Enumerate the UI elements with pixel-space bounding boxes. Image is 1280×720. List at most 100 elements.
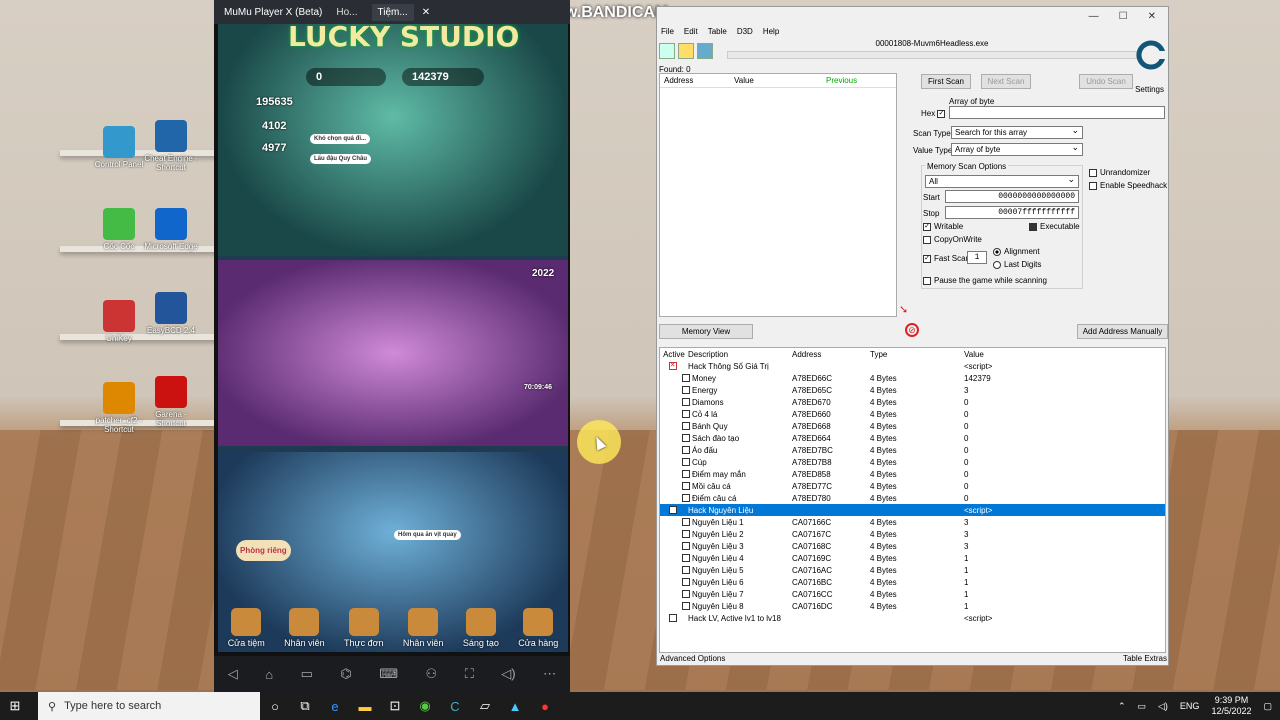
undo-scan-button[interactable]: Undo Scan	[1079, 74, 1133, 89]
table-row[interactable]: Nguyên Liệu 4 CA07169C 4 Bytes 1	[660, 552, 1165, 564]
file-explorer-icon[interactable]: ▬	[350, 692, 380, 720]
menu-item[interactable]: Table	[708, 27, 727, 36]
menu-item[interactable]: D3D	[737, 27, 753, 36]
open-process-icon[interactable]	[659, 43, 675, 59]
table-row[interactable]: Nguyên Liệu 8 CA0716DC 4 Bytes 1	[660, 600, 1165, 612]
executable-option[interactable]: Executable	[1029, 222, 1080, 231]
taskbar-search[interactable]: ⚲ Type here to search	[38, 692, 260, 720]
coccoc-icon[interactable]: ◉	[410, 692, 440, 720]
keyboard-icon[interactable]: ⌨	[379, 666, 398, 682]
next-scan-button[interactable]: Next Scan	[981, 74, 1031, 89]
game-nav-button[interactable]: Sáng tạo	[463, 608, 499, 648]
value-type-select[interactable]: Array of byte	[951, 142, 1083, 156]
mumu-icon[interactable]: ▲	[500, 692, 530, 720]
th-type[interactable]: Type	[870, 350, 964, 359]
memory-view-button[interactable]: Memory View	[659, 324, 753, 339]
back-icon[interactable]: ◁	[228, 666, 238, 682]
col-value[interactable]: Value	[730, 76, 822, 85]
shake-icon[interactable]: ⌬	[340, 666, 351, 682]
pause-checkbox[interactable]	[923, 276, 931, 285]
speedhack-option[interactable]: Enable Speedhack	[1089, 181, 1167, 190]
table-row[interactable]: Diamons A78ED670 4 Bytes 0	[660, 396, 1165, 408]
home-icon[interactable]: ⌂	[265, 667, 273, 682]
screenshot-icon[interactable]: ⛶	[465, 666, 474, 682]
memory-region-select[interactable]: All	[925, 174, 1079, 188]
open-file-icon[interactable]	[678, 43, 694, 59]
table-row[interactable]: Bánh Quy A78ED668 4 Bytes 0	[660, 420, 1165, 432]
diamond-counter[interactable]: 0	[306, 68, 386, 86]
stop-icon[interactable]: ⊘	[905, 323, 919, 337]
private-room-button[interactable]: Phòng riêng	[236, 540, 291, 561]
pause-option[interactable]: Pause the game while scanning	[923, 276, 1047, 285]
scan-results-list[interactable]: Address Value Previous	[659, 73, 897, 317]
unrandomizer-checkbox[interactable]	[1089, 168, 1097, 177]
stop-address-input[interactable]: 00007fffffffffff	[945, 206, 1079, 219]
table-row[interactable]: Điểm may mắn A78ED858 4 Bytes 0	[660, 468, 1165, 480]
year-badge[interactable]: 2022	[532, 268, 554, 279]
save-icon[interactable]	[697, 43, 713, 59]
desktop-icon[interactable]: Cheat Engine - Shortcut	[140, 120, 202, 172]
close-icon[interactable]: ✕	[1148, 11, 1156, 22]
copyonwrite-checkbox[interactable]	[923, 235, 931, 244]
table-row[interactable]: Nguyên Liệu 1 CA07166C 4 Bytes 3	[660, 516, 1165, 528]
scan-type-select[interactable]: Search for this array	[951, 125, 1083, 139]
cheat-table[interactable]: Active Description Address Type Value ✕ H…	[659, 347, 1166, 653]
fastscan-checkbox[interactable]: ✓	[923, 254, 931, 263]
close-tab-icon[interactable]: ✕	[422, 7, 430, 18]
writable-checkbox[interactable]: ✓	[923, 222, 931, 231]
volume-icon[interactable]: ◁)	[501, 666, 515, 682]
cash-counter[interactable]: 142379	[402, 68, 484, 86]
desktop-icon[interactable]: Garena - Shortcut	[140, 376, 202, 428]
notification-icon[interactable]: ▢	[1263, 701, 1272, 712]
copyonwrite-option[interactable]: CopyOnWrite	[923, 235, 982, 244]
th-address[interactable]: Address	[792, 350, 870, 359]
language-indicator[interactable]: ENG	[1180, 701, 1200, 711]
app-icon[interactable]: ▱	[470, 692, 500, 720]
table-row[interactable]: Mồi câu cá A78ED77C 4 Bytes 0	[660, 480, 1165, 492]
fastscan-option[interactable]: ✓ Fast Scan	[923, 254, 970, 263]
game-nav-button[interactable]: Thực đơn	[344, 608, 384, 648]
table-row[interactable]: Nguyên Liệu 5 CA0716AC 4 Bytes 1	[660, 564, 1165, 576]
gamepad-icon[interactable]: ⚇	[426, 666, 438, 682]
edge-icon[interactable]: e	[320, 692, 350, 720]
th-active[interactable]: Active	[660, 350, 688, 359]
windows-start-icon[interactable]: ⊞	[0, 692, 30, 720]
th-description[interactable]: Description	[688, 350, 792, 359]
menu-item[interactable]: Help	[763, 27, 779, 36]
table-row[interactable]: Nguyên Liệu 3 CA07168C 4 Bytes 3	[660, 540, 1165, 552]
hex-checkbox[interactable]: ✓	[937, 109, 946, 118]
game-nav-button[interactable]: Nhân viên	[403, 608, 443, 648]
bandicam-icon[interactable]: ●	[530, 692, 560, 720]
volume-icon[interactable]: ◁)	[1158, 701, 1168, 712]
tab-home[interactable]: Ho...	[330, 4, 363, 21]
alignment-option[interactable]: Alignment	[993, 247, 1040, 256]
table-row[interactable]: Cúp A78ED7B8 4 Bytes 0	[660, 456, 1165, 468]
menu-item[interactable]: File	[661, 27, 674, 36]
active-checkbox[interactable]	[668, 506, 677, 515]
cheat-engine-icon[interactable]: C	[440, 692, 470, 720]
desktop-icon[interactable]: EasyBCD 2.4	[140, 292, 202, 335]
th-value[interactable]: Value	[964, 350, 1114, 359]
maximize-icon[interactable]: ☐	[1119, 11, 1128, 22]
table-row[interactable]: Nguyên Liệu 6 CA0716BC 4 Bytes 1	[660, 576, 1165, 588]
table-row[interactable]: Cỏ 4 lá A78ED660 4 Bytes 0	[660, 408, 1165, 420]
minimize-icon[interactable]: —	[1089, 11, 1099, 22]
camera-icon[interactable]: ▭	[301, 666, 313, 682]
speedhack-checkbox[interactable]	[1089, 181, 1097, 190]
advanced-options-button[interactable]: Advanced Options	[660, 654, 725, 663]
value-input[interactable]	[949, 106, 1165, 119]
arrow-icon[interactable]: ➘	[899, 303, 913, 316]
first-scan-button[interactable]: First Scan	[921, 74, 971, 89]
game-screen[interactable]: LUCKY STUDIO 0 142379 195635 4102 4977 K…	[218, 24, 568, 652]
lastdigits-option[interactable]: Last Digits	[993, 260, 1041, 269]
fastscan-value[interactable]: 1	[967, 251, 987, 264]
table-row[interactable]: Sách đào tạo A78ED664 4 Bytes 0	[660, 432, 1165, 444]
desktop-icon[interactable]: Microsoft Edge	[140, 208, 202, 251]
table-row[interactable]: ✕ Hack Thông Số Giá Trị <script>	[660, 360, 1165, 372]
executable-checkbox[interactable]	[1029, 222, 1037, 231]
network-icon[interactable]: ▭	[1137, 701, 1146, 712]
game-nav-button[interactable]: Nhân viên	[284, 608, 325, 648]
start-address-input[interactable]: 0000000000000000	[945, 190, 1079, 203]
table-row[interactable]: Áo đấu A78ED7BC 4 Bytes 0	[660, 444, 1165, 456]
table-row[interactable]: Hack Nguyên Liệu <script>	[660, 504, 1165, 516]
